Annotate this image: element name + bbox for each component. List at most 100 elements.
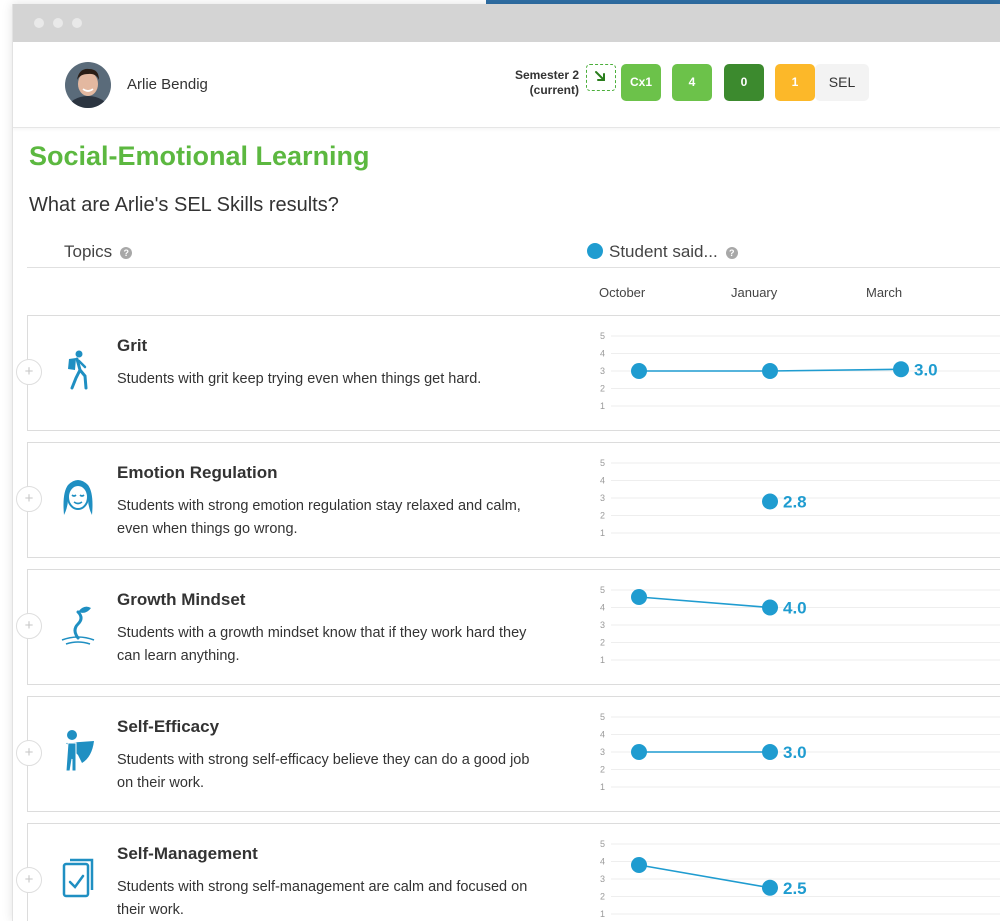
data-point — [631, 589, 647, 605]
month-label-october: October — [599, 285, 646, 300]
topic-card-self-management[interactable]: + Self-Management Students with strong s… — [16, 823, 1000, 921]
topic-card-emotion-regulation[interactable]: + Emotion Regulation Students with stron… — [16, 442, 1000, 558]
data-point — [762, 493, 778, 510]
y-tick-label: 3 — [600, 874, 605, 884]
sprout-icon — [58, 600, 98, 648]
topic-description: Students with a growth mindset know that… — [117, 625, 527, 664]
data-point — [631, 363, 647, 379]
app-window: Arlie Bendig Semester 2 (current) Cx1 4 … — [12, 4, 1000, 921]
y-tick-label: 2 — [600, 892, 605, 902]
window-minimize-dot[interactable] — [53, 18, 63, 28]
topic-title: Self-Efficacy — [117, 717, 220, 736]
help-icon[interactable]: ? — [725, 246, 738, 259]
semester-switch-button[interactable] — [586, 64, 616, 91]
y-tick-label: 1 — [600, 655, 605, 665]
series-line — [638, 864, 771, 889]
topic-chart: 1 2 3 4 5 2.5 — [600, 839, 1000, 919]
topic-chart: 1 2 3 4 5 2.8 — [600, 458, 1000, 538]
data-point — [762, 879, 778, 896]
topic-chart: 1 2 3 4 5 4.0 — [600, 585, 1000, 665]
legend: Student said...? — [609, 242, 738, 262]
y-tick-label: 5 — [600, 839, 605, 849]
data-point — [762, 744, 778, 760]
y-tick-label: 2 — [600, 765, 605, 775]
topic-title: Grit — [117, 336, 148, 355]
y-tick-label: 4 — [600, 476, 605, 486]
y-tick-label: 1 — [600, 782, 605, 792]
topic-card-growth-mindset[interactable]: + Growth Mindset Students with a growth … — [16, 569, 1000, 685]
calm-face-icon — [58, 473, 98, 521]
window-close-dot[interactable] — [34, 18, 44, 28]
student-name: Arlie Bendig — [127, 76, 208, 93]
y-tick-label: 3 — [600, 747, 605, 757]
topic-chart: 1 2 3 4 5 3.0 — [600, 331, 1000, 411]
y-tick-label: 5 — [600, 458, 605, 468]
badge-sel[interactable]: SEL — [815, 64, 869, 101]
topics-header-label: Topics — [64, 242, 113, 261]
data-label: 2.5 — [783, 879, 807, 898]
topic-card-grit[interactable]: + Grit Students with grit keep trying ev… — [16, 315, 1000, 431]
y-tick-label: 2 — [600, 638, 605, 648]
badge-score-4[interactable]: 4 — [672, 64, 712, 101]
y-tick-label: 3 — [600, 493, 605, 503]
superhero-icon — [58, 727, 98, 775]
topic-title: Emotion Regulation — [117, 463, 278, 482]
y-tick-label: 1 — [600, 528, 605, 538]
badge-score-1[interactable]: 1 — [775, 64, 815, 101]
topic-card-self-efficacy[interactable]: + Self-Efficacy Students with strong sel… — [16, 696, 1000, 812]
y-tick-label: 4 — [600, 349, 605, 359]
expand-button[interactable]: + — [16, 359, 42, 385]
page-question: What are Arlie's SEL Skills results? — [29, 194, 339, 216]
y-tick-label: 3 — [600, 620, 605, 630]
help-icon[interactable]: ? — [120, 246, 133, 259]
header-divider — [27, 267, 1000, 268]
topic-description: Students with strong self-management are… — [117, 879, 528, 918]
data-point — [631, 744, 647, 760]
data-point — [631, 857, 647, 873]
topic-description: Students with grit keep trying even when… — [117, 371, 482, 387]
window-titlebar — [13, 4, 1000, 42]
avatar[interactable] — [65, 62, 111, 108]
legend-label: Student said... — [609, 242, 718, 261]
topic-title: Self-Management — [117, 844, 258, 863]
expand-button[interactable]: + — [16, 867, 42, 893]
data-point — [762, 363, 778, 379]
student-header: Arlie Bendig Semester 2 (current) Cx1 4 … — [13, 42, 1000, 128]
y-tick-label: 2 — [600, 384, 605, 394]
semester-status: (current) — [529, 83, 579, 97]
y-tick-label: 5 — [600, 331, 605, 341]
y-tick-label: 1 — [600, 909, 605, 919]
data-point — [893, 361, 909, 378]
semester-name: Semester 2 — [514, 68, 579, 82]
badge-score-0[interactable]: 0 — [724, 64, 764, 101]
data-label: 4.0 — [783, 599, 807, 618]
series-line — [638, 596, 771, 609]
y-tick-label: 5 — [600, 585, 605, 595]
legend-dot-icon — [587, 243, 603, 259]
data-label: 2.8 — [783, 493, 807, 512]
checklist-icon — [58, 854, 98, 902]
topics-header: Topics? — [64, 242, 133, 262]
topic-title: Growth Mindset — [117, 590, 246, 609]
avatar-photo — [65, 62, 111, 108]
arrow-down-right-icon — [595, 71, 605, 81]
data-label: 3.0 — [914, 360, 938, 379]
badge-cx[interactable]: Cx1 — [621, 64, 661, 101]
topic-chart: 1 2 3 4 5 3.0 — [600, 712, 1000, 792]
data-point — [762, 599, 778, 616]
hiker-icon — [58, 346, 98, 394]
expand-button[interactable]: + — [16, 740, 42, 766]
month-label-january: January — [731, 285, 778, 300]
page-title: Social-Emotional Learning — [29, 141, 370, 171]
y-tick-label: 1 — [600, 401, 605, 411]
expand-button[interactable]: + — [16, 613, 42, 639]
y-tick-label: 4 — [600, 730, 605, 740]
topic-description: Students with strong emotion regulation … — [117, 498, 521, 537]
window-zoom-dot[interactable] — [72, 18, 82, 28]
data-label: 3.0 — [783, 743, 807, 762]
y-tick-label: 3 — [600, 366, 605, 376]
expand-button[interactable]: + — [16, 486, 42, 512]
y-tick-label: 5 — [600, 712, 605, 722]
semester-label[interactable]: Semester 2 (current) — [483, 68, 579, 98]
month-label-march: March — [866, 285, 903, 300]
